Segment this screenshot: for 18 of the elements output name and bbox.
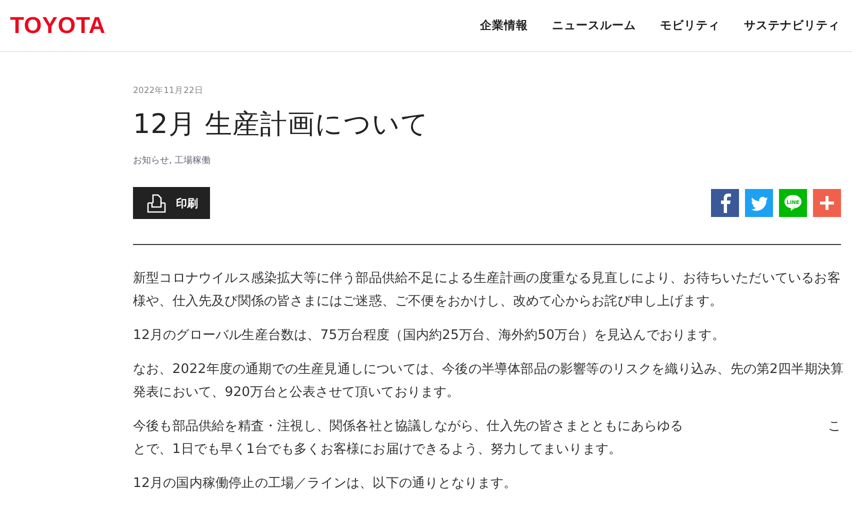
article-title: 12月 生産計画について xyxy=(133,108,430,142)
category-tags: お知らせ, 工場稼働 xyxy=(133,154,841,167)
twitter-icon[interactable] xyxy=(745,189,773,217)
toyota-logo[interactable]: TOYOTA xyxy=(10,12,106,39)
publish-date: 2022年11月22日 xyxy=(133,85,204,97)
print-button[interactable]: 印刷 xyxy=(133,187,210,219)
facebook-icon[interactable] xyxy=(711,189,739,217)
nav-link[interactable]: 企業情報 xyxy=(480,18,528,33)
print-icon xyxy=(147,194,166,212)
paragraph: 12月の国内稼働停止の工場／ラインは、以下の通りとなります。 xyxy=(133,475,518,493)
plus-icon[interactable] xyxy=(813,189,841,217)
nav-link[interactable]: サステナビリティ xyxy=(744,18,840,33)
paragraph: 12月のグローバル生産台数は、75万台程度（国内約25万台、海外約50万台）を見込んでおります。 xyxy=(133,327,726,345)
paragraph: なお、2022年度の通期での生産見通しについては、今後の半導体部品の影響等のリスクを織り込み、先の第2四半期決算 発表において、920万台と公表させて頂いております。 xyxy=(133,361,841,402)
nav-link[interactable]: モビリティ xyxy=(660,18,720,33)
paragraph: 新型コロナウイルス感染拡大等に伴う部品供給不足による生産計画の度重なる見直しにより、お待ちいただいているお客 様や、仕入先及び関係の皆さまにはご迷惑、ご不便をおかけし、改めて心からお詫び申し上げます。 xyxy=(133,270,841,311)
nav-link[interactable]: ニュースルーム xyxy=(552,18,636,33)
paragraph: 今後も部品供給を精査・注視し、関係各社と協議しながら、仕入先の皆さまとともにあらゆる こ とで、1日でも早く1台でも多くお客様にお届けできるよう、努力してまいります。 xyxy=(133,418,841,459)
